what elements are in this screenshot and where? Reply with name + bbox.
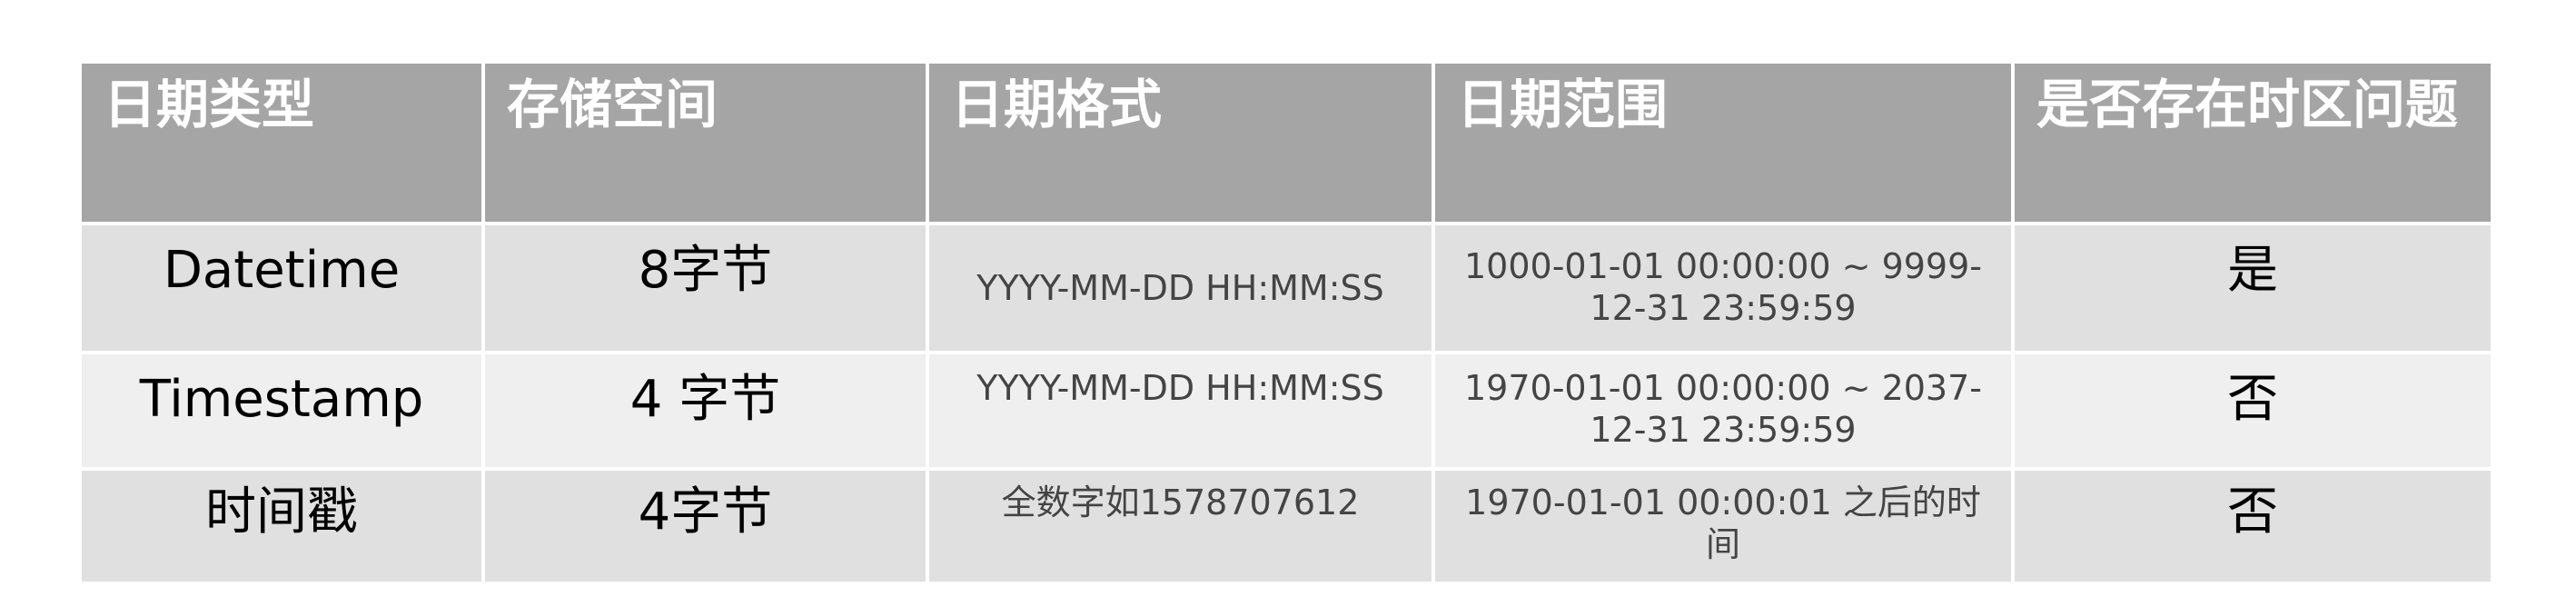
cell-date-range: 1000-01-01 00:00:00 ~ 9999-12-31 23:59:5… <box>1432 222 2015 354</box>
header-timezone-issue: 是否存在时区问题 <box>2011 60 2494 225</box>
date-types-table: 日期类型 存储空间 日期格式 日期范围 是否存在时区问题 Datetime 8字… <box>78 60 2494 585</box>
cell-storage-space: 4 字节 <box>481 351 929 471</box>
cell-date-type: 时间戳 <box>78 467 485 585</box>
cell-date-type: Timestamp <box>78 351 485 471</box>
table-row: Datetime 8字节 YYYY-MM-DD HH:MM:SS 1000-01… <box>78 222 2494 354</box>
cell-timezone-issue: 否 <box>2011 467 2494 585</box>
header-date-format: 日期格式 <box>926 60 1435 225</box>
cell-storage-space: 4字节 <box>481 467 929 585</box>
cell-timezone-issue: 是 <box>2011 222 2494 354</box>
header-storage-space: 存储空间 <box>481 60 929 225</box>
date-types-table-container: 日期类型 存储空间 日期格式 日期范围 是否存在时区问题 Datetime 8字… <box>78 60 2494 585</box>
cell-date-range: 1970-01-01 00:00:00 ~ 2037-12-31 23:59:5… <box>1432 351 2015 471</box>
cell-timezone-issue: 否 <box>2011 351 2494 471</box>
cell-date-format: YYYY-MM-DD HH:MM:SS <box>926 222 1435 354</box>
cell-date-format: YYYY-MM-DD HH:MM:SS <box>926 351 1435 471</box>
header-date-type: 日期类型 <box>78 60 485 225</box>
header-date-range: 日期范围 <box>1432 60 2015 225</box>
cell-date-type: Datetime <box>78 222 485 354</box>
cell-storage-space: 8字节 <box>481 222 929 354</box>
cell-date-format: 全数字如1578707612 <box>926 467 1435 585</box>
table-row: Timestamp 4 字节 YYYY-MM-DD HH:MM:SS 1970-… <box>78 351 2494 471</box>
table-header-row: 日期类型 存储空间 日期格式 日期范围 是否存在时区问题 <box>78 60 2494 225</box>
table-row: 时间戳 4字节 全数字如1578707612 1970-01-01 00:00:… <box>78 467 2494 585</box>
cell-date-range: 1970-01-01 00:00:01 之后的时间 <box>1432 467 2015 585</box>
